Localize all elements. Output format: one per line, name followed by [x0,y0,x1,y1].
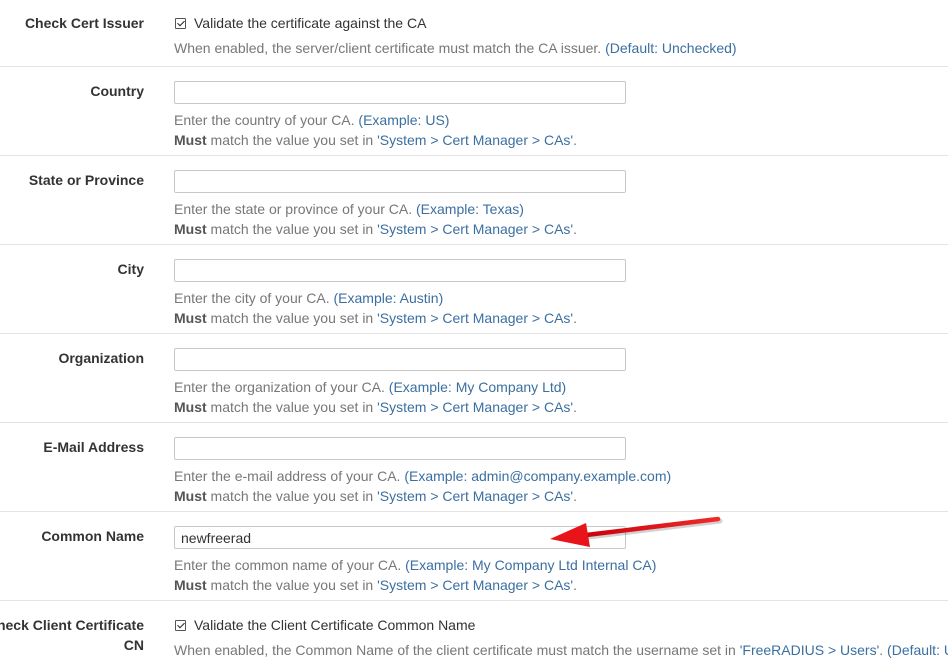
cert-manager-link[interactable]: 'System > Cert Manager > CAs' [377,399,573,415]
check-cert-issuer-checkbox-label: Validate the certificate against the CA [194,15,427,31]
check-client-cn-checkbox-label: Validate the Client Certificate Common N… [194,617,476,633]
help-text: Enter the organization of your CA. [174,379,385,395]
row-common-name: Common Name Enter the common name of you… [0,512,948,601]
email-input[interactable] [174,437,626,460]
help-example: (Example: US) [358,112,450,128]
organization-content: Enter the organization of your CA. (Exam… [174,348,948,417]
freeradius-users-link[interactable]: 'FreeRADIUS > Users' [740,642,880,658]
cert-manager-link[interactable]: 'System > Cert Manager > CAs' [377,221,573,237]
check-client-cn-help: When enabled, the Common Name of the cli… [174,640,948,660]
cert-manager-link[interactable]: 'System > Cert Manager > CAs' [377,132,573,148]
help-text: When enabled, the Common Name of the cli… [174,642,740,658]
common-name-help: Enter the common name of your CA. (Examp… [174,555,948,575]
check-cert-issuer-label: Check Cert Issuer [24,15,144,31]
check-client-cn-checkbox[interactable] [175,619,186,631]
cert-manager-link[interactable]: 'System > Cert Manager > CAs' [377,577,573,593]
row-city: City Enter the city of your CA. (Example… [0,245,948,334]
help-default: (Default: Unchecked) [605,40,737,56]
city-help: Enter the city of your CA. (Example: Aus… [174,288,948,308]
country-help: Enter the country of your CA. (Example: … [174,110,948,130]
must-strong: Must [174,399,207,415]
organization-must-match: Must match the value you set in 'System … [174,397,948,417]
must-end: . [573,132,577,148]
help-example: (Example: Texas) [416,201,524,217]
check-cert-issuer-checkbox[interactable] [175,17,186,29]
help-example: (Example: admin@company.example.com) [404,468,672,484]
help-text: Enter the state or province of your CA. [174,201,413,217]
cert-manager-link[interactable]: 'System > Cert Manager > CAs' [377,488,573,504]
email-help: Enter the e-mail address of your CA. (Ex… [174,466,948,486]
must-end: . [573,577,577,593]
must-text: match the value you set in [206,399,378,415]
common-name-label: Common Name [41,528,144,544]
email-content: Enter the e-mail address of your CA. (Ex… [174,437,948,506]
city-input[interactable] [174,259,626,282]
help-text: Enter the country of your CA. [174,112,355,128]
check-client-cn-label-line1: Check Client Certificate [0,617,144,633]
must-end: . [573,488,577,504]
country-content: Enter the country of your CA. (Example: … [174,81,948,150]
row-country: Country Enter the country of your CA. (E… [0,67,948,156]
help-text: Enter the city of your CA. [174,290,330,306]
check-cert-issuer-content: Validate the certificate against the CA … [174,13,948,58]
must-text: match the value you set in [206,221,378,237]
annotation-arrow-icon [550,516,723,547]
check-client-cn-content: Validate the Client Certificate Common N… [174,615,948,660]
help-example: (Example: Austin) [333,290,444,306]
country-label: Country [90,83,144,99]
organization-input[interactable] [174,348,626,371]
must-strong: Must [174,310,207,326]
organization-help: Enter the organization of your CA. (Exam… [174,377,948,397]
help-default: (Default: Ur [887,642,948,658]
must-end: . [573,310,577,326]
row-email: E-Mail Address Enter the e-mail address … [0,423,948,512]
row-organization: Organization Enter the organization of y… [0,334,948,423]
organization-label: Organization [58,350,144,366]
city-content: Enter the city of your CA. (Example: Aus… [174,259,948,328]
must-text: match the value you set in [206,488,378,504]
check-cert-issuer-checkbox-line[interactable]: Validate the certificate against the CA [174,13,948,33]
must-end: . [573,399,577,415]
must-strong: Must [174,577,207,593]
check-client-cn-label-line2: CN [123,637,144,653]
check-cert-issuer-help: When enabled, the server/client certific… [174,38,948,58]
must-strong: Must [174,221,207,237]
row-check-client-cn: Check Client Certificate CN Validate the… [0,601,948,668]
state-content: Enter the state or province of your CA. … [174,170,948,239]
help-text: When enabled, the server/client certific… [174,40,602,56]
common-name-must-match: Must match the value you set in 'System … [174,575,948,595]
city-label: City [117,261,144,277]
help-example: (Example: My Company Ltd) [388,379,567,395]
state-label: State or Province [28,172,144,188]
country-must-match: Must match the value you set in 'System … [174,130,948,150]
email-label: E-Mail Address [43,439,144,455]
must-strong: Must [174,132,207,148]
help-after: . [879,642,888,658]
must-strong: Must [174,488,207,504]
email-must-match: Must match the value you set in 'System … [174,486,948,506]
state-must-match: Must match the value you set in 'System … [174,219,948,239]
help-example: (Example: My Company Ltd Internal CA) [405,557,657,573]
check-client-cn-checkbox-line[interactable]: Validate the Client Certificate Common N… [174,615,948,635]
must-text: match the value you set in [206,577,378,593]
check-client-cn-label: Check Client Certificate CN [0,615,144,655]
row-check-cert-issuer: Check Cert Issuer Validate the certifica… [0,0,948,67]
help-text: Enter the e-mail address of your CA. [174,468,401,484]
cert-manager-link[interactable]: 'System > Cert Manager > CAs' [377,310,573,326]
row-state: State or Province Enter the state or pro… [0,156,948,245]
state-input[interactable] [174,170,626,193]
must-text: match the value you set in [206,310,378,326]
state-help: Enter the state or province of your CA. … [174,199,948,219]
must-text: match the value you set in [206,132,378,148]
city-must-match: Must match the value you set in 'System … [174,308,948,328]
must-end: . [573,221,577,237]
country-input[interactable] [174,81,626,104]
help-text: Enter the common name of your CA. [174,557,402,573]
